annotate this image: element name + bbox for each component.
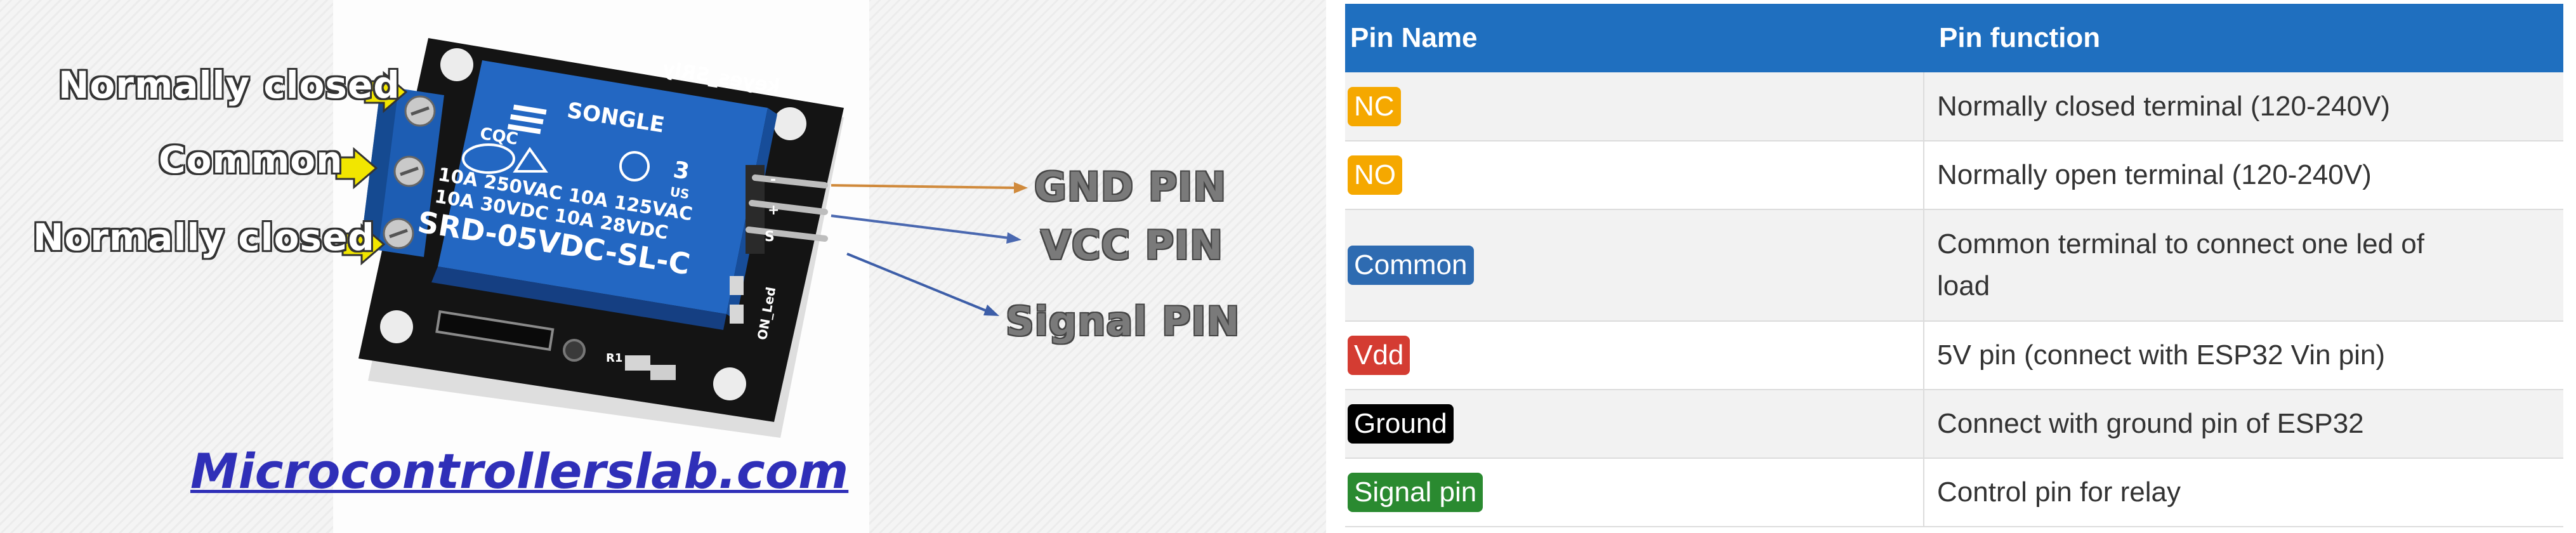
- header-pin-name: Pin Name: [1345, 4, 1924, 72]
- pin-function-cell: Normally closed terminal (120-240V): [1924, 72, 2563, 141]
- function-line: Common terminal to connect one led of: [1937, 228, 2424, 260]
- pin-label-minus: -: [770, 172, 776, 188]
- songle-logo-icon: [507, 104, 547, 135]
- relay-module-diagram: keyes_SRly SONGLE CQC 3 US 10A 250VAC 10…: [0, 0, 1326, 533]
- microcontrollerslab-link[interactable]: Microcontrollerslab.com: [190, 443, 848, 499]
- pin-name-cell: Signal pin: [1345, 458, 1924, 527]
- table-row: NC Normally closed terminal (120-240V): [1345, 72, 2563, 141]
- pin-badge-no: NO: [1348, 155, 1402, 195]
- pin-function-cell: Common terminal to connect one led of lo…: [1924, 209, 2563, 322]
- table-row: Signal pin Control pin for relay: [1345, 458, 2563, 527]
- pin-label-signal: S: [765, 229, 775, 245]
- table-row: Vdd 5V pin (connect with ESP32 Vin pin): [1345, 321, 2563, 390]
- pin-function-cell: 5V pin (connect with ESP32 Vin pin): [1924, 321, 2563, 390]
- pin-name-cell: NO: [1345, 141, 1924, 210]
- pin-badge-signal: Signal pin: [1348, 473, 1483, 512]
- table-row: Common Common terminal to connect one le…: [1345, 209, 2563, 322]
- relay-ul-us: US: [669, 184, 690, 202]
- pin-badge-ground: Ground: [1348, 404, 1454, 444]
- callout-common: Common: [159, 138, 343, 181]
- table-header-row: Pin Name Pin function: [1345, 4, 2563, 72]
- pin-badge-nc: NC: [1348, 86, 1401, 126]
- pin-name-cell: NC: [1345, 72, 1924, 141]
- pin-name-cell: Ground: [1345, 390, 1924, 459]
- pin-pointer-lines: [831, 182, 1028, 316]
- callout-gnd-pin: GND PIN: [1034, 164, 1227, 210]
- header-pin-function: Pin function: [1924, 4, 2563, 72]
- pin-function-table: Pin Name Pin function NC Normally closed…: [1345, 4, 2563, 527]
- pin-name-cell: Common: [1345, 209, 1924, 322]
- resistor-label: R1: [606, 352, 622, 365]
- pin-label-plus: +: [768, 202, 779, 218]
- callout-signal-pin: Signal PIN: [1006, 298, 1240, 345]
- callout-normally-closed-bottom: Normally closed: [33, 216, 375, 259]
- callout-normally-closed-top: Normally closed: [58, 63, 400, 107]
- pin-function-cell: Normally open terminal (120-240V): [1924, 141, 2563, 210]
- table-row: NO Normally open terminal (120-240V): [1345, 141, 2563, 210]
- pin-function-cell: Connect with ground pin of ESP32: [1924, 390, 2563, 459]
- pin-badge-common: Common: [1348, 246, 1474, 285]
- table-row: Ground Connect with ground pin of ESP32: [1345, 390, 2563, 459]
- function-line: load: [1937, 270, 1990, 301]
- callout-vcc-pin: VCC PIN: [1041, 222, 1223, 268]
- pin-name-cell: Vdd: [1345, 321, 1924, 390]
- pin-function-cell: Control pin for relay: [1924, 458, 2563, 527]
- pin-badge-vdd: Vdd: [1348, 336, 1410, 375]
